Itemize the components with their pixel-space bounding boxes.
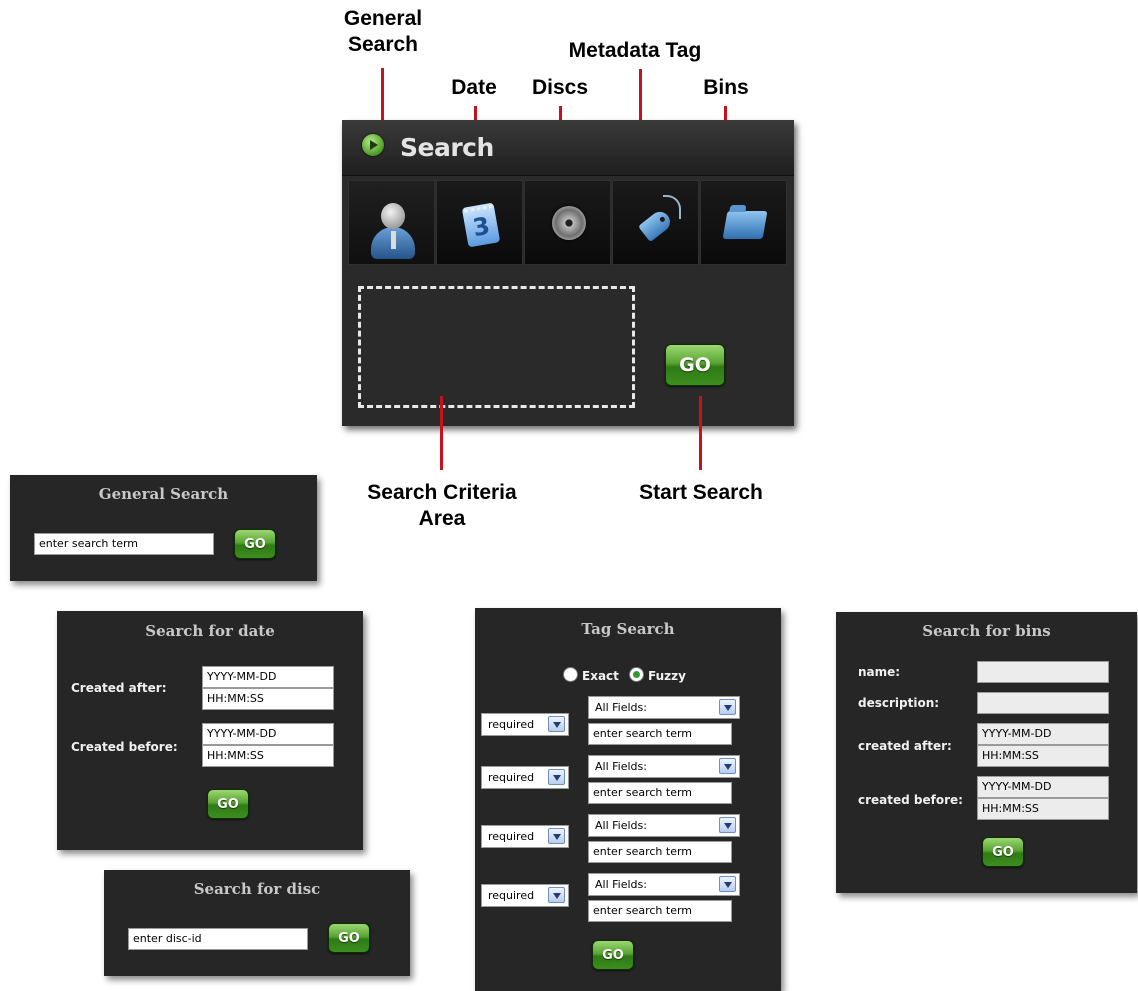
field-select-value: All Fields: xyxy=(595,878,647,891)
field-select[interactable]: All Fields: xyxy=(588,755,740,778)
qualifier-select[interactable]: required xyxy=(481,713,569,736)
bins-search-panel: Search for bins name: description: creat… xyxy=(836,612,1137,893)
tag-search-term-input[interactable]: enter search term xyxy=(588,900,732,922)
disc-panel-title: Search for disc xyxy=(193,880,321,898)
bin-created-after-time-input[interactable]: HH:MM:SS xyxy=(977,745,1109,767)
disc-id-input[interactable]: enter disc-id xyxy=(128,928,308,950)
bin-name-label: name: xyxy=(858,665,901,679)
disc-icon xyxy=(552,206,586,240)
fuzzy-radio[interactable] xyxy=(629,667,644,682)
chevron-down-icon[interactable] xyxy=(548,769,565,785)
annotation-metadata-tag: Metadata Tag xyxy=(568,39,702,62)
calendar-icon: 3 xyxy=(461,202,501,248)
field-select-value: All Fields: xyxy=(595,819,647,832)
created-after-time-input[interactable]: HH:MM:SS xyxy=(202,688,334,710)
tag-search-term-input[interactable]: enter search term xyxy=(588,782,732,804)
general-search-panel: General Search enter search term GO xyxy=(10,475,317,581)
start-search-button[interactable]: GO xyxy=(665,344,725,386)
qualifier-select-value: required xyxy=(488,718,535,731)
chevron-down-icon[interactable] xyxy=(548,716,565,732)
tag-search-term-input[interactable]: enter search term xyxy=(588,723,732,745)
created-before-time-input[interactable]: HH:MM:SS xyxy=(202,745,334,767)
disc-search-panel: Search for disc enter disc-id GO xyxy=(104,870,410,976)
search-panel-title: Search xyxy=(400,133,494,162)
tab-date[interactable]: 3 xyxy=(436,180,523,265)
tab-discs[interactable] xyxy=(524,180,611,265)
exact-radio[interactable] xyxy=(563,667,578,682)
bin-created-after-label: created after: xyxy=(858,739,952,753)
tab-general-search[interactable] xyxy=(348,180,435,265)
chevron-down-icon[interactable] xyxy=(548,828,565,844)
chevron-down-icon[interactable] xyxy=(548,887,565,903)
bin-created-before-date-input[interactable]: YYYY-MM-DD xyxy=(977,776,1109,798)
qualifier-select[interactable]: required xyxy=(481,825,569,848)
field-select[interactable]: All Fields: xyxy=(588,873,740,896)
general-search-title: General Search xyxy=(98,485,229,503)
bin-description-input[interactable] xyxy=(977,692,1109,714)
qualifier-select-value: required xyxy=(488,771,535,784)
disc-search-go-button[interactable]: GO xyxy=(328,923,370,953)
date-search-go-button[interactable]: GO xyxy=(207,789,249,819)
annotation-search-criteria-area: Search Criteria Area xyxy=(344,480,540,532)
created-before-date-input[interactable]: YYYY-MM-DD xyxy=(202,723,334,745)
annotation-discs: Discs xyxy=(531,76,589,99)
bins-search-go-button[interactable]: GO xyxy=(982,837,1024,867)
chevron-down-icon[interactable] xyxy=(719,817,736,833)
pointer-line-start-search xyxy=(699,396,702,470)
person-icon xyxy=(371,203,415,261)
annotation-search-criteria-line1: Search Criteria xyxy=(367,481,517,504)
annotation-general-search-line2: Search xyxy=(347,33,419,56)
search-criteria-area xyxy=(358,286,635,408)
field-select[interactable]: All Fields: xyxy=(588,696,740,719)
bin-description-label: description: xyxy=(858,696,940,710)
annotation-bins: Bins xyxy=(703,76,749,99)
annotation-date: Date xyxy=(451,76,497,99)
exact-radio-label: Exact xyxy=(582,669,619,683)
annotation-general-search: General Search xyxy=(320,6,446,58)
qualifier-select-value: required xyxy=(488,889,535,902)
pointer-line-search-criteria xyxy=(440,396,443,470)
tab-bins[interactable] xyxy=(700,180,787,265)
chevron-down-icon[interactable] xyxy=(719,758,736,774)
bin-name-input[interactable] xyxy=(977,661,1109,683)
field-select-value: All Fields: xyxy=(595,760,647,773)
field-select[interactable]: All Fields: xyxy=(588,814,740,837)
tab-metadata-tag[interactable] xyxy=(612,180,699,265)
tag-search-panel: Tag Search Exact Fuzzy required All Fiel… xyxy=(475,608,781,991)
date-search-panel: Search for date Created after: YYYY-MM-D… xyxy=(57,611,363,850)
qualifier-select[interactable]: required xyxy=(481,766,569,789)
tag-search-go-button[interactable]: GO xyxy=(592,940,634,970)
search-panel-header: Search xyxy=(342,120,794,176)
search-type-tabs: 3 xyxy=(348,180,788,265)
qualifier-select[interactable]: required xyxy=(481,884,569,907)
date-panel-title: Search for date xyxy=(145,622,275,640)
field-select-value: All Fields: xyxy=(595,701,647,714)
annotation-search-criteria-line2: Area xyxy=(418,507,466,530)
folder-icon xyxy=(722,211,768,239)
fuzzy-radio-label: Fuzzy xyxy=(648,669,686,683)
search-panel: Search 3 GO xyxy=(342,120,794,426)
qualifier-select-value: required xyxy=(488,830,535,843)
search-term-input[interactable]: enter search term xyxy=(34,533,214,555)
chevron-down-icon[interactable] xyxy=(719,699,736,715)
chevron-down-icon[interactable] xyxy=(719,876,736,892)
play-icon[interactable] xyxy=(362,134,384,156)
bin-created-before-label: created before: xyxy=(858,793,963,807)
tag-panel-title: Tag Search xyxy=(581,620,675,638)
general-search-go-button[interactable]: GO xyxy=(234,529,276,559)
tag-search-term-input[interactable]: enter search term xyxy=(588,841,732,863)
created-after-date-input[interactable]: YYYY-MM-DD xyxy=(202,666,334,688)
annotation-start-search: Start Search xyxy=(639,481,763,504)
created-after-label: Created after: xyxy=(71,681,167,695)
bin-created-before-time-input[interactable]: HH:MM:SS xyxy=(977,798,1109,820)
bin-created-after-date-input[interactable]: YYYY-MM-DD xyxy=(977,723,1109,745)
created-before-label: Created before: xyxy=(71,740,178,754)
annotation-general-search-line1: General xyxy=(343,7,423,30)
bins-panel-title: Search for bins xyxy=(922,622,1051,640)
